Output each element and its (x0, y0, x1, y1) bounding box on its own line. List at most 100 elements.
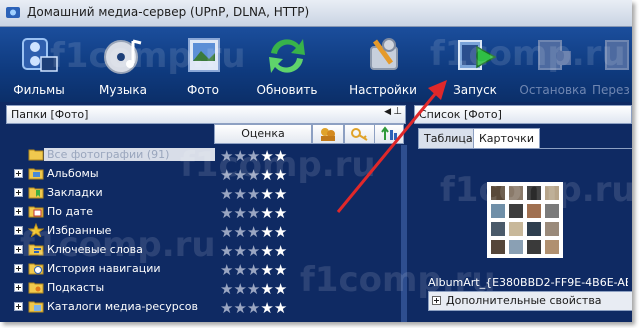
rating-stars[interactable]: ★★★★★ (220, 222, 287, 241)
star-icon[interactable]: ★ (260, 243, 273, 260)
films-label: Фильмы (13, 83, 65, 97)
list-panel-header: Список [Фото] (414, 105, 632, 124)
rating-stars[interactable]: ★★★★★ (220, 298, 287, 317)
star-icon[interactable]: ★ (233, 262, 246, 279)
star-icon[interactable]: ★ (260, 186, 273, 203)
star-icon[interactable]: ★ (220, 300, 233, 317)
window-title: Домашний медиа-сервер (UPnP, DLNA, HTTP) (27, 5, 310, 19)
star-icon[interactable]: ★ (220, 262, 233, 279)
catalog-folder-icon (28, 301, 44, 313)
star-icon[interactable]: ★ (260, 224, 273, 241)
expand-icon[interactable] (14, 207, 23, 216)
rating-column-header[interactable]: Оценка (214, 124, 312, 144)
rating-stars[interactable]: ★★★★★ (220, 260, 287, 279)
rating-stars[interactable]: ★★★★★ (220, 184, 287, 203)
expand-icon[interactable] (14, 169, 23, 178)
tab-cards[interactable]: Карточки (473, 128, 540, 149)
app-icon (6, 7, 20, 18)
photo-label: Фото (186, 83, 219, 97)
tab-table[interactable]: Таблица (418, 128, 479, 149)
watermark: f1comp.ru (20, 225, 216, 265)
album-art-tile (509, 222, 523, 236)
title-bar: Домашний медиа-сервер (UPnP, DLNA, HTTP) (0, 0, 632, 27)
star-icon[interactable]: ★ (233, 243, 246, 260)
refresh-button[interactable]: Обновить (248, 27, 326, 102)
star-icon[interactable]: ★ (260, 262, 273, 279)
star-icon[interactable]: ★ (260, 205, 273, 222)
tree-item-bookmarks[interactable]: Закладки ★★★★★ (6, 183, 406, 203)
tree-item-by-date[interactable]: По дате ★★★★★ (6, 202, 406, 222)
rating-stars[interactable]: ★★★★★ (220, 203, 287, 222)
watermark: f1comp.ru (300, 260, 496, 300)
star-icon[interactable]: ★ (274, 262, 287, 279)
key-icon (351, 128, 368, 141)
album-art-tile (527, 222, 541, 236)
star-icon[interactable]: ★ (233, 300, 246, 317)
star-icon[interactable]: ★ (274, 205, 287, 222)
album-art-tile (545, 222, 559, 236)
star-icon[interactable]: ★ (274, 186, 287, 203)
album-art-tile (491, 240, 505, 254)
star-icon[interactable]: ★ (233, 281, 246, 298)
settings-button[interactable]: Настройки (344, 27, 422, 102)
album-art-tile (527, 240, 541, 254)
star-icon[interactable]: ★ (274, 281, 287, 298)
app-window: Домашний медиа-сервер (UPnP, DLNA, HTTP)… (0, 0, 632, 322)
watermark: f1comp.ru (430, 34, 626, 74)
list-panel-title: Список [Фото] (419, 108, 502, 121)
refresh-icon (269, 39, 305, 73)
expand-icon[interactable] (14, 264, 23, 273)
star-icon[interactable]: ★ (260, 281, 273, 298)
people-icon (321, 128, 335, 141)
album-art-tile (545, 240, 559, 254)
star-icon[interactable]: ★ (247, 224, 260, 241)
star-icon[interactable]: ★ (247, 186, 260, 203)
settings-label: Настройки (349, 83, 417, 97)
bookmark-folder-icon (28, 187, 44, 199)
watermark: f1comp.ru (50, 36, 246, 76)
start-label: Запуск (453, 83, 497, 97)
tree-item-label: Каталоги медиа-ресурсов (47, 300, 198, 313)
expand-icon[interactable] (14, 302, 23, 311)
expand-icon[interactable] (14, 188, 23, 197)
star-icon[interactable]: ★ (247, 262, 260, 279)
calendar-folder-icon (28, 206, 44, 218)
album-art-tile (491, 222, 505, 236)
rating-stars[interactable]: ★★★★★ (220, 241, 287, 260)
star-icon[interactable]: ★ (247, 300, 260, 317)
keys-column[interactable] (344, 124, 376, 144)
watermark: f1comp.ru (440, 170, 632, 210)
pin-icon[interactable]: ⊥ (393, 106, 402, 117)
star-icon[interactable]: ★ (220, 281, 233, 298)
tree-item-label: Альбомы (47, 167, 99, 180)
star-icon[interactable]: ★ (220, 224, 233, 241)
watermark: f1comp.ru (180, 145, 376, 185)
star-icon[interactable]: ★ (220, 243, 233, 260)
star-icon[interactable]: ★ (274, 224, 287, 241)
tree-item-label: Подкасты (47, 281, 105, 294)
restart-label: Перез (592, 83, 630, 97)
star-icon[interactable]: ★ (247, 243, 260, 260)
rating-stars[interactable]: ★★★★★ (220, 279, 287, 298)
tree-item-label: По дате (47, 205, 94, 218)
settings-tools-icon (370, 38, 398, 70)
collapse-left-icon[interactable]: ◀ (384, 107, 391, 117)
podcast-folder-icon (28, 282, 44, 294)
star-icon[interactable]: ★ (274, 243, 287, 260)
folder-icon (28, 168, 44, 180)
album-art-tile (509, 240, 523, 254)
expand-icon[interactable] (14, 283, 23, 292)
stop-label: Остановка (519, 83, 587, 97)
star-icon[interactable]: ★ (274, 300, 287, 317)
star-icon[interactable]: ★ (233, 205, 246, 222)
folder-open-icon (28, 149, 44, 161)
star-icon[interactable]: ★ (233, 224, 246, 241)
star-icon[interactable]: ★ (220, 186, 233, 203)
star-icon[interactable]: ★ (247, 281, 260, 298)
star-icon[interactable]: ★ (220, 205, 233, 222)
star-icon[interactable]: ★ (260, 300, 273, 317)
star-icon[interactable]: ★ (247, 205, 260, 222)
star-icon[interactable]: ★ (233, 186, 246, 203)
sort-column[interactable] (374, 124, 404, 144)
rating-filter-column[interactable] (312, 124, 344, 144)
